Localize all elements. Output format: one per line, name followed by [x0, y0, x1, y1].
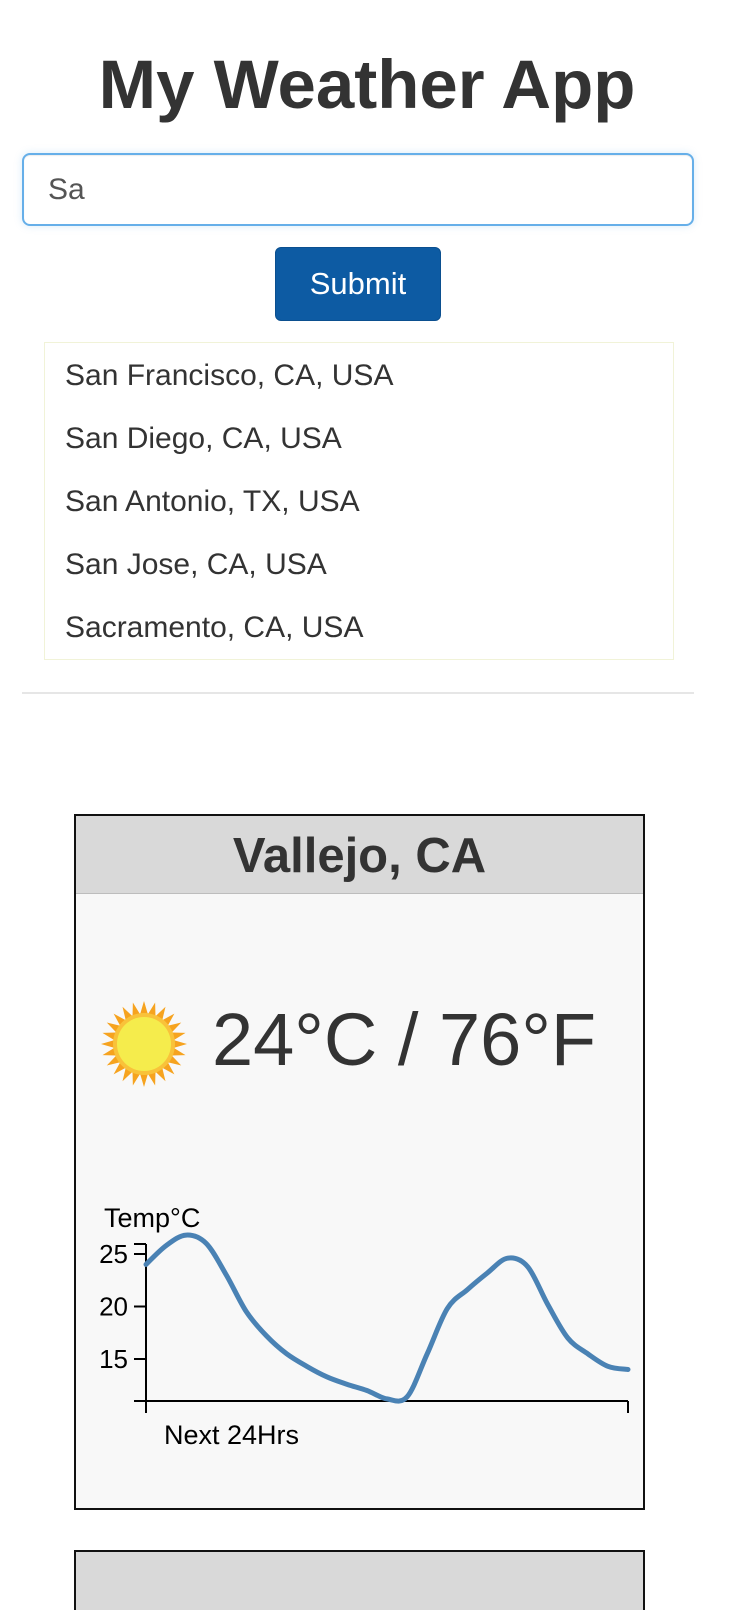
search-input[interactable] [22, 153, 694, 226]
temperature-series-line [143, 1232, 631, 1404]
suggestion-item[interactable]: San Jose, CA, USA [45, 532, 673, 595]
suggestion-item[interactable]: Sacramento, CA, USA [45, 595, 673, 658]
y-tick-label: 25 [99, 1239, 128, 1269]
temperature-chart: 15 20 25 Temp°C Next 24Hrs [99, 1203, 631, 1450]
suggestion-item[interactable]: San Diego, CA, USA [45, 406, 673, 469]
city-title: Vallejo, CA [76, 816, 643, 894]
sun-core [117, 1017, 171, 1071]
submit-button[interactable]: Submit [275, 247, 441, 321]
current-temperature: 24°C / 76°F [212, 998, 597, 1081]
suggestion-item[interactable]: San Antonio, TX, USA [45, 469, 673, 532]
divider [22, 692, 694, 694]
page-title: My Weather App [98, 46, 636, 123]
suggestion-list: San Francisco, CA, USA San Diego, CA, US… [44, 342, 674, 660]
y-tick-label: 15 [99, 1344, 128, 1374]
next-weather-card-header [74, 1550, 645, 1610]
y-axis-label: Temp°C [104, 1203, 200, 1233]
suggestion-item[interactable]: San Francisco, CA, USA [45, 343, 673, 406]
y-tick-label: 20 [99, 1292, 128, 1322]
weather-card: Vallejo, CA 24°C / 76°F 15 20 25 Temp°C Next… [74, 814, 645, 1510]
x-axis-label: Next 24Hrs [164, 1420, 299, 1450]
sun-icon [101, 1001, 187, 1087]
